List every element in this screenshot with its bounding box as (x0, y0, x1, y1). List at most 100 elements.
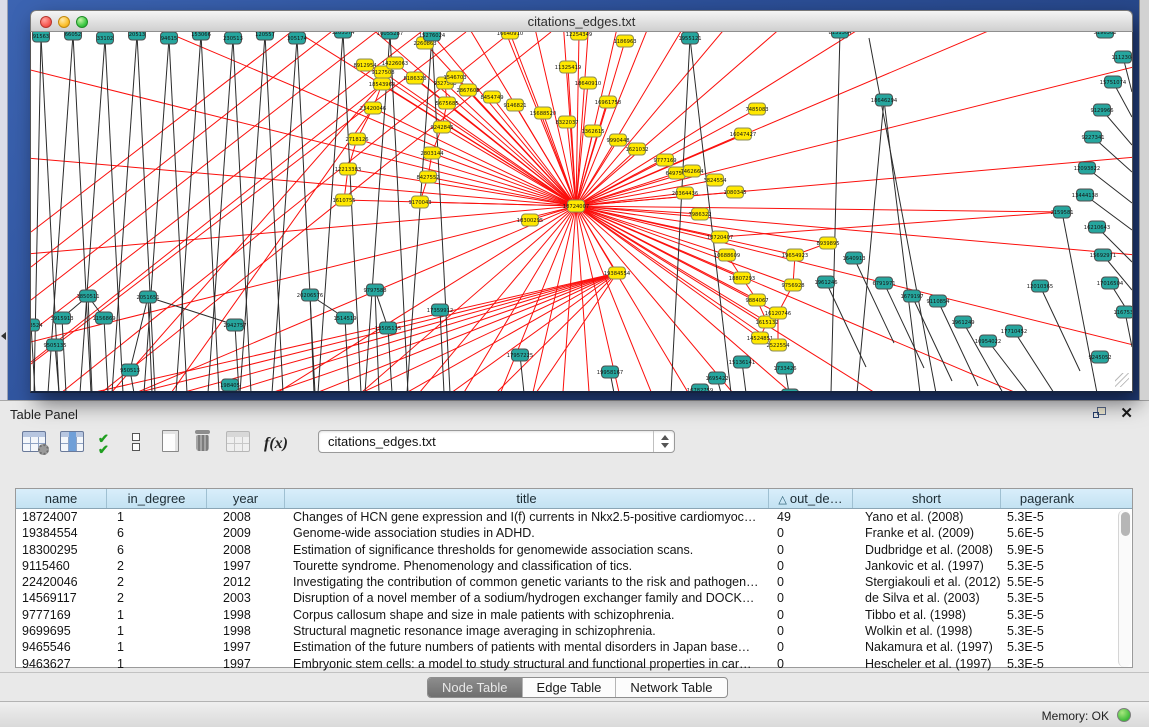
graph-node-label: 13505135 (375, 326, 401, 332)
status-bar: Memory: OK (0, 701, 1149, 727)
graph-node-label: 1695422 (705, 376, 728, 382)
dropdown-stepper-icon[interactable] (653, 431, 674, 452)
graph-node-label: 1621032 (625, 147, 648, 153)
column-header-in_degree[interactable]: in_degree (107, 489, 207, 508)
table-settings-icon[interactable] (22, 431, 46, 452)
graph-node-label: 16640910 (497, 32, 523, 37)
table-cell: 9115460 (16, 558, 107, 574)
right-gutter (1139, 0, 1149, 400)
graph-node-label: 230513 (223, 36, 243, 42)
graph-node-label: 2803144 (420, 151, 444, 157)
table-body[interactable]: 1872400712008Changes of HCN gene express… (16, 509, 1132, 672)
window-titlebar[interactable]: citations_edges.txt (30, 10, 1133, 32)
table-cell: Jankovic et al. (1997) (853, 558, 1001, 574)
table-cell: Franke et al. (2009) (853, 525, 1001, 541)
close-window-button[interactable] (40, 16, 52, 28)
table-row[interactable]: 1938455462009Genome-wide association stu… (16, 525, 1132, 541)
table-panel-title: Table Panel (10, 407, 78, 422)
table-row[interactable]: 977716911998Corpus callosum shape and si… (16, 607, 1132, 623)
new-document-icon[interactable] (162, 430, 179, 452)
function-builder-icon[interactable]: f(x) (264, 435, 288, 453)
graph-node-label: 17016504 (1097, 281, 1124, 287)
graph-node-label: 18646294 (871, 98, 898, 104)
network-graph[interactable]: 1872400719384554912750814226063891295418… (31, 32, 1132, 391)
graph-node-label: 8427552 (416, 175, 439, 181)
scrollbar-thumb[interactable] (1121, 512, 1130, 536)
table-cell: 0 (769, 623, 853, 639)
deselect-all-icon[interactable] (132, 433, 140, 453)
graph-node-label: 1850511 (76, 294, 99, 300)
table-toolbar: ✔✔ f(x) citations_edges.txt (0, 427, 1149, 467)
table-selector-dropdown[interactable]: citations_edges.txt (318, 430, 675, 453)
table-row[interactable]: 1830029562008Estimation of significance … (16, 542, 1132, 558)
column-header-short[interactable]: short (853, 489, 1001, 508)
table-cell: Embryonic stem cells: a model to study s… (285, 656, 769, 672)
graph-node-label: 18807293 (729, 276, 755, 282)
trash-icon[interactable] (194, 430, 211, 452)
graph-node-label: 11325419 (555, 65, 581, 71)
table-row[interactable]: 1872400712008Changes of HCN gene express… (16, 509, 1132, 525)
graph-node-label: 1362615 (581, 129, 604, 135)
table-cell: 1997 (207, 639, 285, 655)
column-header-title[interactable]: title (285, 489, 769, 508)
table-row[interactable]: 911546021997Tourette syndrome. Phenomeno… (16, 558, 1132, 574)
table-row[interactable]: 969969511998Structural magnetic resonanc… (16, 623, 1132, 639)
tab-edge-table[interactable]: Edge Table (523, 678, 617, 697)
graph-node-label: 18300295 (517, 218, 543, 224)
column-header-pagerank[interactable]: pagerank (1001, 489, 1093, 508)
table-cell: 18300295 (16, 542, 107, 558)
graph-node-label: 12254349 (566, 32, 592, 38)
graph-node-label: 66052 (65, 32, 82, 38)
graph-node-label: 17957225 (507, 353, 533, 359)
graph-node-label: 16047427 (730, 132, 756, 138)
graph-node-label: 16782759 (687, 388, 713, 391)
memory-ok-icon[interactable] (1117, 708, 1131, 722)
table-row[interactable]: 946554611997Estimation of the future num… (16, 639, 1132, 655)
left-panel-collapsed-gutter[interactable] (0, 0, 8, 400)
graph-node-label: 33102 (97, 36, 114, 42)
float-panel-icon[interactable] (1093, 407, 1107, 420)
graph-node[interactable] (782, 389, 799, 391)
table-type-tabs[interactable]: Node TableEdge TableNetwork Table (427, 677, 728, 698)
table-cell: 6 (107, 542, 207, 558)
graph-node-label: 1733426 (773, 366, 796, 372)
table-row[interactable]: 1456911722003Disruption of a novel membe… (16, 590, 1132, 606)
table-cell: 2008 (207, 509, 285, 525)
table-row[interactable]: 946362711997Embryonic stem cells: a mode… (16, 656, 1132, 672)
show-columns-icon[interactable] (60, 431, 84, 452)
select-all-icon[interactable]: ✔✔ (98, 433, 109, 455)
graph-node-label: 120557 (255, 32, 275, 38)
graph-node-label: 7485083 (745, 107, 768, 113)
table-panel: Table Panel ✕ ✔✔ f(x) citations_edges.tx… (0, 400, 1149, 727)
zoom-window-button[interactable] (76, 16, 88, 28)
table-cell: Structural magnetic resonance image aver… (285, 623, 769, 639)
column-header-out_de[interactable]: △out_de… (769, 489, 853, 508)
vertical-scrollbar[interactable] (1118, 510, 1131, 667)
table-panel-header: Table Panel ✕ (0, 401, 1149, 427)
node-table[interactable]: namein_degreeyeartitle△out_de…shortpager… (15, 488, 1133, 668)
table-cell: 2003 (207, 590, 285, 606)
sort-ascending-icon[interactable]: △ (778, 494, 786, 506)
network-canvas[interactable]: 1872400719384554912750814226063891295418… (30, 32, 1133, 393)
table-header-row[interactable]: namein_degreeyeartitle△out_de…shortpager… (16, 489, 1132, 509)
graph-node-label: 1205574 (331, 32, 355, 36)
column-header-year[interactable]: year (207, 489, 285, 508)
column-header-name[interactable]: name (16, 489, 107, 508)
table-row[interactable]: 2242004622012Investigating the contribut… (16, 574, 1132, 590)
minimize-window-button[interactable] (58, 16, 70, 28)
graph-node-label: 8454749 (480, 95, 503, 101)
delete-table-icon (226, 431, 250, 452)
close-panel-icon[interactable]: ✕ (1120, 404, 1133, 422)
graph-node-label: 1156869 (92, 316, 115, 322)
graph-node-label: 2522554 (766, 343, 790, 349)
graph-node-label: 2718126 (345, 137, 368, 143)
tab-node-table[interactable]: Node Table (428, 678, 523, 697)
table-cell: 2009 (207, 525, 285, 541)
window-resize-grip[interactable] (1115, 373, 1129, 387)
tab-network-table[interactable]: Network Table (616, 678, 726, 697)
graph-node-label: 9797588 (363, 288, 386, 294)
graph-node-label: 10055287 (377, 32, 403, 37)
graph-node-label: 9990448 (606, 138, 629, 144)
collapse-left-icon[interactable] (1, 332, 6, 340)
graph-node-label: 1640913 (842, 256, 865, 262)
